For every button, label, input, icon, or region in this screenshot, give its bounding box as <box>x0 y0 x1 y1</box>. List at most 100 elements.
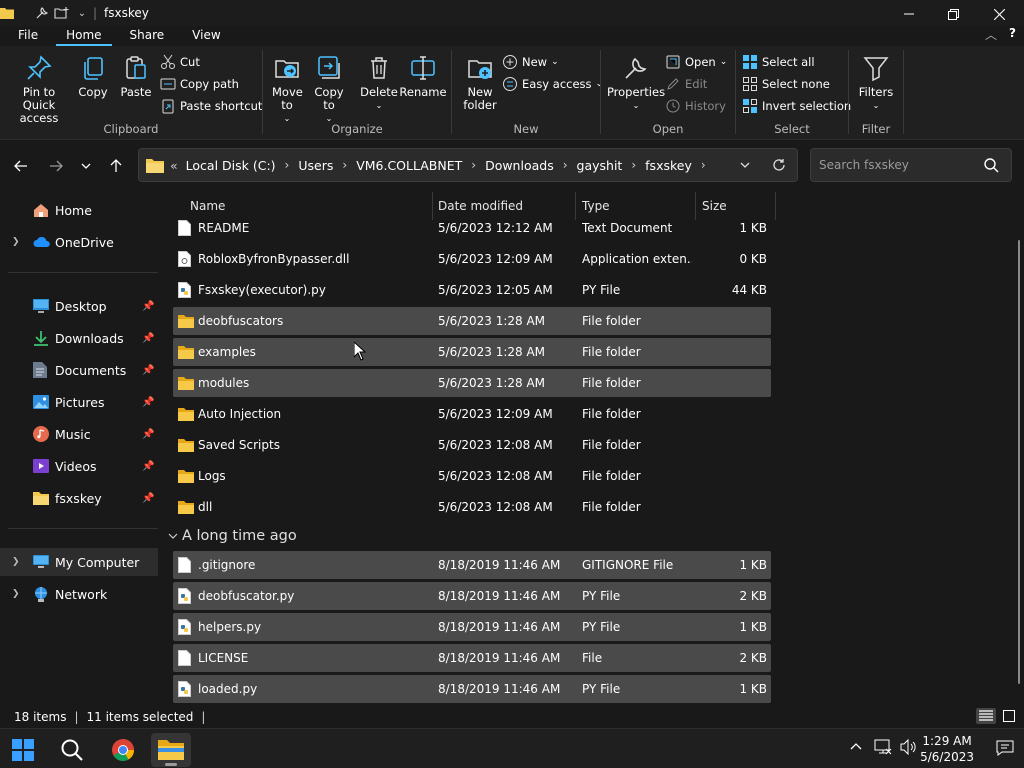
pin-to-quick-access-button[interactable]: Pin to Quick access <box>4 54 74 125</box>
properties-quick-icon[interactable] <box>32 0 52 26</box>
pin-icon[interactable]: 📌 <box>142 365 154 376</box>
nav-item-videos[interactable]: Videos 📌 <box>0 452 158 480</box>
clock[interactable]: 1:29 AM 5/6/2023 <box>920 733 974 765</box>
nav-item-network[interactable]: ❯ Network <box>0 580 158 608</box>
move-to-button[interactable]: Move to ⌄ <box>269 54 305 125</box>
chevron-right-icon[interactable]: › <box>563 158 568 172</box>
chevron-right-icon[interactable]: › <box>701 158 706 172</box>
chevron-right-icon[interactable]: › <box>285 158 290 172</box>
nav-item-documents[interactable]: Documents 📌 <box>0 356 158 384</box>
file-row[interactable]: helpers.py 8/18/2019 11:46 AM PY File 1 KB <box>173 613 771 641</box>
back-button[interactable] <box>9 155 33 177</box>
nav-item-desktop[interactable]: Desktop 📌 <box>0 292 158 320</box>
network-status-icon[interactable] <box>874 739 892 755</box>
volume-icon[interactable] <box>900 739 918 755</box>
tab-view[interactable]: View <box>182 26 230 46</box>
collapse-ribbon-icon[interactable]: ︿ <box>985 26 997 43</box>
pin-icon[interactable]: 📌 <box>142 429 154 440</box>
file-row[interactable]: RobloxByfronBypasser.dll 5/6/2023 12:09 A… <box>173 245 771 273</box>
chrome-taskbar-button[interactable] <box>103 733 143 767</box>
forward-button[interactable] <box>44 155 68 177</box>
address-history-dropdown[interactable] <box>739 159 751 171</box>
copy-path-button[interactable]: Copy path <box>160 74 239 94</box>
pin-icon[interactable]: 📌 <box>142 333 154 344</box>
up-button[interactable] <box>104 155 128 177</box>
search-box[interactable]: Search fsxskey <box>810 148 1012 182</box>
nav-item-home[interactable]: Home <box>0 196 158 224</box>
file-row[interactable]: Saved Scripts 5/6/2023 12:08 AM File folde… <box>173 431 771 459</box>
nav-item-music[interactable]: Music 📌 <box>0 420 158 448</box>
paste-button[interactable]: Paste <box>118 54 154 99</box>
breadcrumb-local-disk[interactable]: Local Disk (C:) <box>186 158 276 173</box>
close-button[interactable] <box>976 0 1022 28</box>
file-row[interactable]: examples 5/6/2023 1:28 AM File folder <box>173 338 771 366</box>
address-bar[interactable]: « Local Disk (C:) › Users › VM6.COLLABNE… <box>138 148 798 182</box>
breadcrumb-downloads[interactable]: Downloads <box>485 158 554 173</box>
help-icon[interactable]: ? <box>1009 26 1016 43</box>
copy-button[interactable]: Copy <box>76 54 110 99</box>
search-input[interactable]: Search fsxskey <box>819 158 909 172</box>
maximize-button[interactable] <box>930 0 976 28</box>
nav-item-fsxskey[interactable]: fsxskey 📌 <box>0 484 158 512</box>
new-folder-quick-icon[interactable] <box>52 0 72 26</box>
file-row[interactable]: Logs 5/6/2023 12:08 AM File folder <box>173 462 771 490</box>
file-row[interactable]: README 5/6/2023 12:12 AM Text Document 1 KB <box>173 214 771 242</box>
chevron-right-icon[interactable]: › <box>342 158 347 172</box>
chevron-right-icon[interactable]: › <box>471 158 476 172</box>
chevron-right-icon[interactable]: › <box>631 158 636 172</box>
breadcrumb-gayshit[interactable]: gayshit <box>577 158 623 173</box>
breadcrumb-vm6-collabnet[interactable]: VM6.COLLABNET <box>356 158 462 173</box>
file-row[interactable]: .gitignore 8/18/2019 11:46 AM GITIGNORE Fi… <box>173 551 771 579</box>
tab-share[interactable]: Share <box>120 26 175 46</box>
chevron-up-icon[interactable] <box>850 741 862 753</box>
invert-selection-button[interactable]: Invert selection <box>742 96 851 116</box>
breadcrumb-users[interactable]: Users <box>298 158 333 173</box>
nav-item-onedrive[interactable]: ❯ OneDrive <box>0 228 158 256</box>
nav-item-downloads[interactable]: Downloads 📌 <box>0 324 158 352</box>
pin-icon[interactable]: 📌 <box>142 301 154 312</box>
edit-button[interactable]: Edit <box>665 74 707 94</box>
tab-home[interactable]: Home <box>56 26 112 46</box>
nav-item-pictures[interactable]: Pictures 📌 <box>0 388 158 416</box>
paste-shortcut-button[interactable]: Paste shortcut <box>160 96 262 116</box>
file-row[interactable]: Auto Injection 5/6/2023 12:09 AM File fold… <box>173 400 771 428</box>
tab-file[interactable]: File <box>8 26 48 46</box>
properties-button[interactable]: Properties ⌄ <box>605 54 667 112</box>
file-row[interactable]: LICENSE 8/18/2019 11:46 AM File 2 KB <box>173 644 771 672</box>
large-icons-view-icon[interactable] <box>1000 708 1018 724</box>
pin-icon[interactable]: 📌 <box>142 461 154 472</box>
file-row[interactable]: loaded.py 8/18/2019 11:46 AM PY File 1 KB <box>173 675 771 703</box>
chevron-right-icon[interactable]: ❯ <box>12 589 20 599</box>
delete-button[interactable]: Delete ⌄ <box>359 54 399 112</box>
vertical-scrollbar[interactable] <box>1018 240 1020 684</box>
group-header[interactable]: A long time ago <box>168 528 297 544</box>
select-none-button[interactable]: Select none <box>742 74 830 94</box>
minimize-button[interactable] <box>886 0 932 28</box>
new-item-button[interactable]: New ⌄ <box>502 52 559 72</box>
chevron-right-icon[interactable]: ❯ <box>12 557 20 567</box>
search-icon[interactable] <box>984 158 999 173</box>
start-button[interactable] <box>3 733 43 767</box>
cut-button[interactable]: Cut <box>160 52 200 72</box>
file-row[interactable]: modules 5/6/2023 1:28 AM File folder <box>173 369 771 397</box>
pin-icon[interactable]: 📌 <box>142 493 154 504</box>
pin-icon[interactable]: 📌 <box>142 397 154 408</box>
file-row[interactable]: deobfuscators 5/6/2023 1:28 AM File folder <box>173 307 771 335</box>
easy-access-button[interactable]: Easy access ⌄ <box>502 74 603 94</box>
notifications-button[interactable] <box>996 740 1014 756</box>
chevron-down-icon[interactable]: ⌄ <box>72 0 92 26</box>
history-button[interactable]: History <box>665 96 726 116</box>
filters-button[interactable]: Filters ⌄ <box>855 54 897 112</box>
open-button[interactable]: Open ⌄ <box>665 52 727 72</box>
nav-item-my-computer[interactable]: ❯ My Computer <box>0 548 158 576</box>
file-explorer-taskbar-button[interactable] <box>151 733 191 767</box>
rename-button[interactable]: Rename <box>399 54 447 99</box>
new-folder-button[interactable]: New folder <box>460 54 500 112</box>
recent-locations-button[interactable] <box>74 155 98 177</box>
select-all-button[interactable]: Select all <box>742 52 815 72</box>
details-view-icon[interactable] <box>976 708 996 724</box>
breadcrumb-overflow[interactable]: « <box>170 158 178 173</box>
file-row[interactable]: dll 5/6/2023 12:08 AM File folder <box>173 493 771 521</box>
file-row[interactable]: Fsxskey(executor).py 5/6/2023 12:05 AM PY … <box>173 276 771 304</box>
refresh-button[interactable] <box>772 158 786 172</box>
